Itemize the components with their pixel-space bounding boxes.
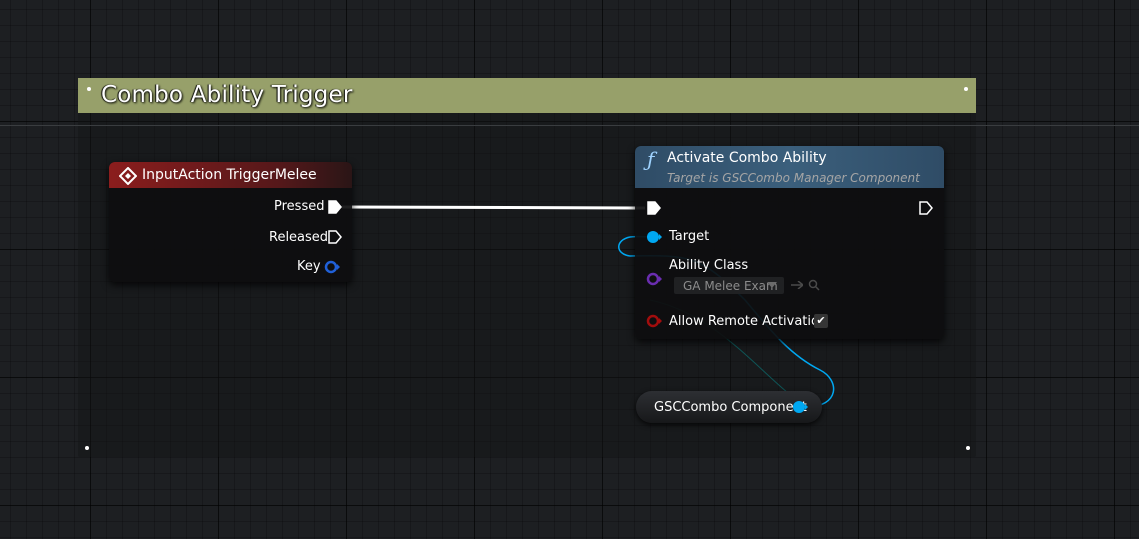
comment-title[interactable]: Combo Ability Trigger <box>101 82 352 108</box>
object-pin-icon[interactable] <box>323 259 341 275</box>
exec-pin-icon[interactable] <box>918 200 934 216</box>
browse-arrow-icon[interactable] <box>791 281 803 289</box>
gsccombo-component-label: GSCCombo Component <box>654 400 807 415</box>
ability-class-pin-label: Ability Class <box>669 258 749 273</box>
allow-remote-checkbox[interactable]: ✔ <box>814 314 828 328</box>
chevron-down-icon[interactable] <box>767 282 777 288</box>
comment-resize-handle[interactable] <box>966 446 970 450</box>
graph-divider-line <box>0 125 1139 126</box>
search-icon[interactable] <box>808 279 820 291</box>
comment-resize-handle[interactable] <box>85 446 89 450</box>
exec-pin-icon[interactable] <box>327 229 343 245</box>
input-action-title: InputAction TriggerMelee <box>142 167 317 183</box>
exec-pin-icon[interactable] <box>327 199 343 215</box>
function-title: Activate Combo Ability <box>667 150 827 166</box>
bool-pin-icon[interactable] <box>645 313 663 329</box>
key-pin-label: Key <box>297 259 321 274</box>
comment-resize-handle[interactable] <box>87 87 91 91</box>
exec-pin-icon[interactable] <box>646 200 662 216</box>
target-pin-label: Target <box>669 229 710 244</box>
allow-remote-pin-label: Allow Remote Activation <box>669 314 828 329</box>
ability-class-value: GA Melee Exam <box>683 279 778 293</box>
object-pin-icon[interactable] <box>645 229 663 245</box>
released-pin-label: Released <box>269 230 329 245</box>
function-f-icon: ƒ <box>647 147 655 171</box>
input-event-diamond-icon <box>119 167 137 185</box>
function-subtitle: Target is GSCCombo Manager Component <box>667 171 920 185</box>
comment-resize-handle[interactable] <box>964 87 968 91</box>
class-pin-icon[interactable] <box>645 271 663 287</box>
object-pin-icon[interactable] <box>791 399 809 415</box>
pressed-pin-label: Pressed <box>274 199 325 214</box>
